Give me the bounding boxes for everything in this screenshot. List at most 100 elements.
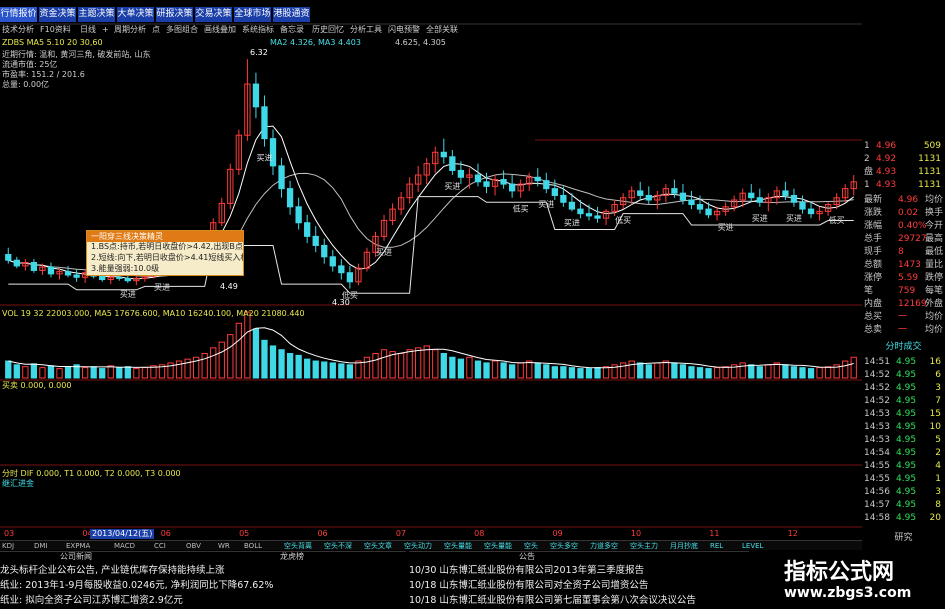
buy-signal-label: 买进 <box>538 200 554 209</box>
buy-signal-label: 买进 <box>120 290 136 299</box>
candle-body <box>679 192 687 201</box>
volume-bar <box>380 349 388 379</box>
volume-bar <box>654 362 661 379</box>
volume-bar <box>321 361 328 379</box>
volume-bar <box>210 347 217 379</box>
indicator-tab-7[interactable]: BOLL <box>244 541 262 551</box>
volume-bar <box>440 352 447 379</box>
candle-body <box>508 183 516 192</box>
volume-bar <box>269 345 277 379</box>
indicator-tab-3[interactable]: MACD <box>114 541 135 551</box>
indicator-tab-4[interactable]: CCI <box>154 541 166 551</box>
indicator-tab-14[interactable]: 空头 <box>524 541 538 551</box>
watermark: 指标公式网 www.zbgs3.com <box>770 552 945 609</box>
candle-body <box>696 204 704 210</box>
date-tick: 08 <box>474 529 485 538</box>
volume-bar <box>286 352 294 379</box>
announcement-text: 山东博汇纸业股份有限公司2013年第三季度报告 <box>439 565 645 576</box>
date-tick: 10 <box>630 529 642 538</box>
volume-bar <box>824 366 832 379</box>
indicator-tab-11[interactable]: 空头动力 <box>404 541 432 551</box>
volume-bar <box>637 362 644 379</box>
indicator-tab-6[interactable]: WR <box>218 541 230 551</box>
indicator-tab-20[interactable]: LEVEL <box>742 541 763 551</box>
candle-body <box>304 222 311 237</box>
indicator-tab-2[interactable]: EXPMA <box>66 541 90 551</box>
tick-row: 14:57 4.95 8 <box>864 500 941 510</box>
volume-bar <box>227 334 234 379</box>
dragon-tiger-title: 龙虎榜 <box>280 552 304 561</box>
indicator-tab-8[interactable]: 空头背离 <box>284 541 312 551</box>
announcement-line-1[interactable]: 10/18 山东博汇纸业股份有限公司对全资子公司增资公告 <box>409 578 648 593</box>
news-left-line-0[interactable]: 龙头标杆企业公布公告, 产业链优库存保持能持续上涨 <box>0 563 225 578</box>
candle-body <box>705 208 712 216</box>
news-left-line-1[interactable]: 纸业: 2013年1-9月每股收益0.0246元, 净利润同比下降67.62% <box>0 578 273 593</box>
candle-body <box>807 208 815 215</box>
volume-bar <box>116 367 123 379</box>
indicator-tab-0[interactable]: KDJ <box>2 541 14 551</box>
quote-row: 涨跌 0.02 换手 <box>864 208 943 218</box>
buy-signal-label: 低买 <box>615 215 631 225</box>
candle-body <box>688 199 695 206</box>
volume-bar <box>124 366 131 379</box>
tick-header[interactable]: 分时成交 <box>862 341 945 354</box>
indicator-tab-19[interactable]: REL <box>710 541 723 551</box>
tick-row: 14:51 4.95 16 <box>864 357 941 367</box>
date-tick: 09 <box>552 529 563 538</box>
volume-bar <box>560 366 567 379</box>
volume-bar <box>295 354 302 379</box>
volume-info: VOL 19 32 22003.000, MA5 17676.600, MA10… <box>2 309 305 318</box>
tick-row: 14:53 4.95 10 <box>864 422 941 432</box>
volume-bar <box>312 360 319 379</box>
indicator-tab-18[interactable]: 月月抄底 <box>670 541 698 551</box>
candle-body <box>449 156 456 171</box>
quote-row: 总额 1473 量比 <box>864 260 943 270</box>
quote-panel: 1 4.96 509 2 4.92 1131 盘 4.93 1131 1 4.93 1131 最新 4.9… <box>862 140 945 543</box>
quote-row: 现手 8 最低 <box>864 247 943 257</box>
indicator-tab-16[interactable]: 力道多空 <box>590 541 618 551</box>
announcement-panel: 公告 10/30 山东博汇纸业股份有限公司2013年第三季度报告 10/18 山… <box>409 551 749 609</box>
volume-bar <box>22 366 29 379</box>
candle-body <box>748 192 755 199</box>
volume-bar <box>696 367 704 379</box>
candle-body <box>483 181 490 187</box>
candle-body <box>47 266 55 275</box>
volume-bar <box>543 364 550 379</box>
candle-body <box>671 188 678 194</box>
candle-body <box>73 274 80 278</box>
indicator-tab-5[interactable]: OBV <box>186 541 201 551</box>
research-label[interactable]: 研究 <box>862 532 945 545</box>
candle-body <box>312 235 319 246</box>
announcement-line-0[interactable]: 10/30 山东博汇纸业股份有限公司2013年第三季度报告 <box>409 563 644 578</box>
volume-bar <box>628 360 635 379</box>
orderbook-row: 2 4.92 1131 <box>864 154 941 164</box>
volume-bar <box>568 367 576 379</box>
tick-row: 14:55 4.95 4 <box>864 461 941 471</box>
indicator-tab-17[interactable]: 空头主力 <box>630 541 658 551</box>
indicator-tab-13[interactable]: 空头量能 <box>484 541 512 551</box>
volume-bar <box>133 368 140 379</box>
orderbook-row: 1 4.96 509 <box>864 141 941 151</box>
volume-bar <box>842 360 849 379</box>
candle-body <box>500 179 507 185</box>
volume-bar <box>816 367 823 379</box>
indicator-tab-1[interactable]: DMI <box>34 541 48 551</box>
tick-row: 14:52 4.95 7 <box>864 396 941 406</box>
volume-bar <box>517 362 524 379</box>
indicator-tab-9[interactable]: 空头不深 <box>324 541 352 551</box>
volume-bar <box>679 364 687 379</box>
volume-bar <box>645 364 652 379</box>
volume-bar <box>662 360 669 379</box>
volume-bar <box>491 360 499 379</box>
indicator-tab-15[interactable]: 空头多空 <box>550 541 578 551</box>
indicator-tab-10[interactable]: 空头文章 <box>364 541 392 551</box>
news-left-line-2[interactable]: 纸业: 拟向全资子公司江苏博汇增资2.9亿元 <box>0 593 183 608</box>
candle-body <box>295 206 302 224</box>
volume-bar <box>304 358 311 379</box>
candle-body <box>261 106 268 140</box>
announcement-text: 山东博汇纸业股份有限公司对全资子公司增资公告 <box>439 580 649 591</box>
indicator-tab-12[interactable]: 空头量能 <box>444 541 472 551</box>
announcement-date: 10/30 <box>409 565 437 576</box>
announcement-line-2[interactable]: 10/18 山东博汇纸业股份有限公司第七届董事会第八次会议决议公告 <box>409 593 696 608</box>
candle-body <box>338 265 345 274</box>
